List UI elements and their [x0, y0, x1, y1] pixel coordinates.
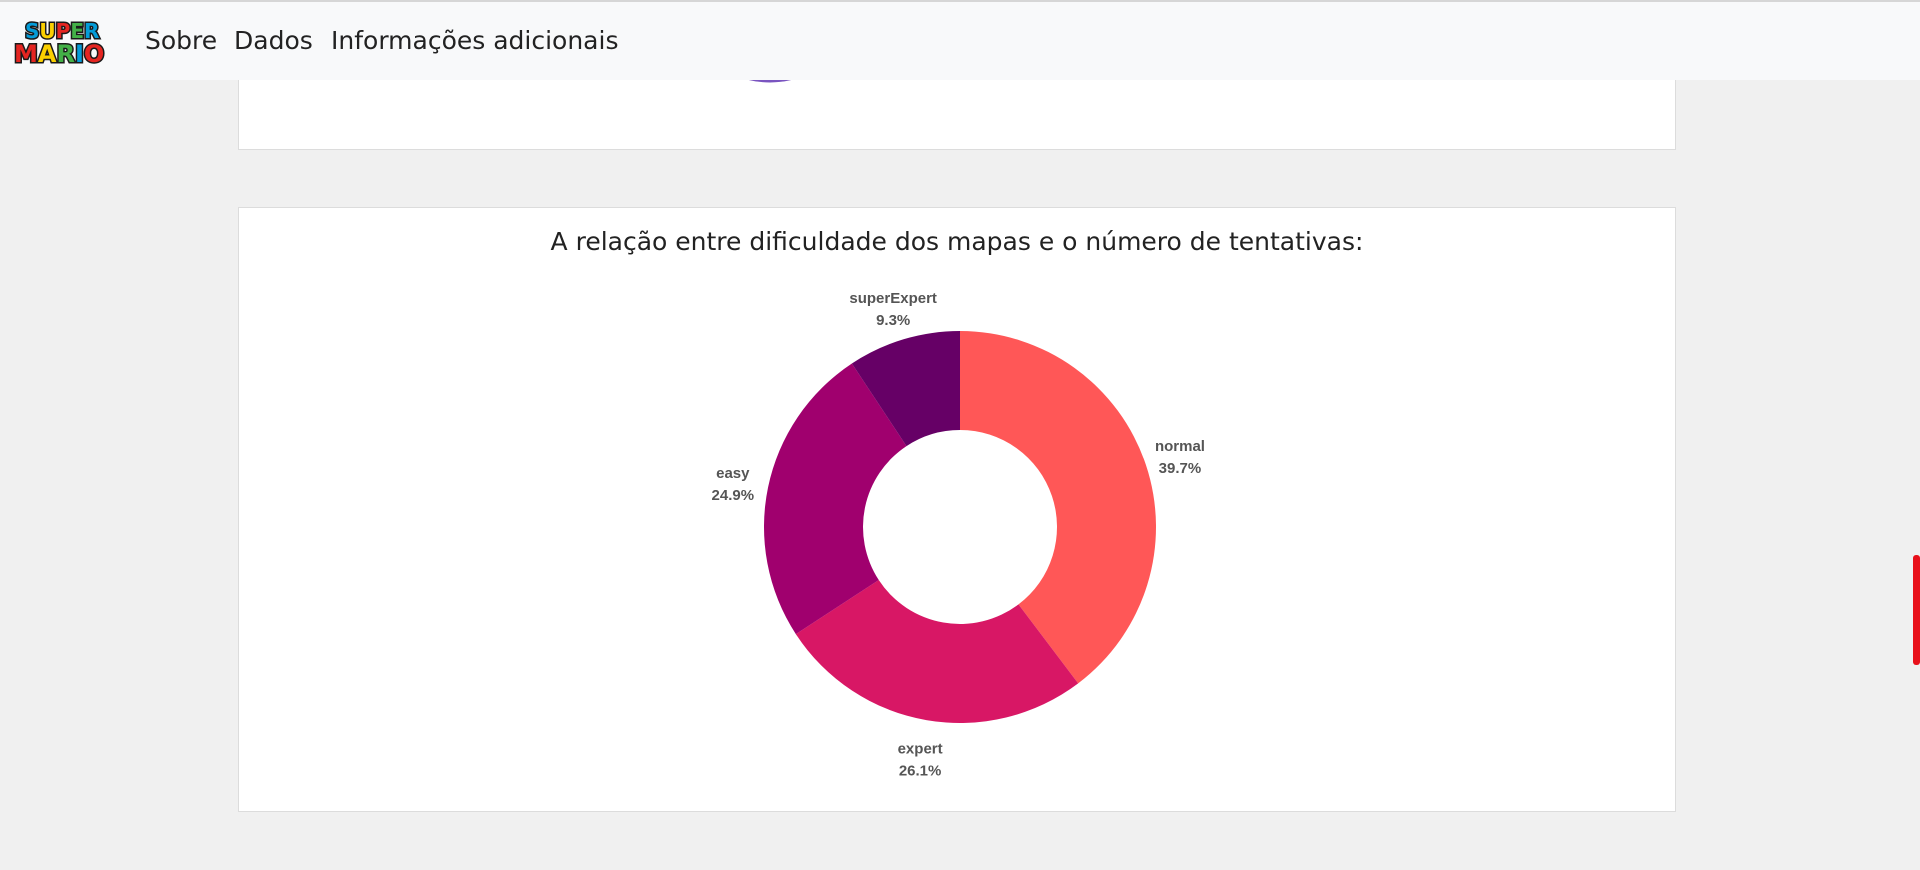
slice-percent-label: 39.7%	[1159, 460, 1202, 477]
navbar: SUPER MARIO Sobre Dados Informações adic…	[0, 0, 1920, 80]
donut-chart: normal 39.7% expert 26.1% easy 24.9% superExpe…	[712, 290, 1205, 780]
logo-letter: I	[75, 40, 84, 68]
super-mario-logo[interactable]: SUPER MARIO	[12, 16, 114, 69]
nav-item-sobre[interactable]: Sobre	[145, 26, 217, 55]
slice-category-label: easy	[716, 465, 750, 482]
slice-percent-label: 9.3%	[876, 312, 910, 329]
nav-item-informacoes-adicionais[interactable]: Informações adicionais	[331, 26, 618, 55]
donut-chart-card: A relação entre dificuldade dos mapas e …	[238, 207, 1676, 812]
logo-letter: A	[38, 40, 57, 68]
nav-item-dados[interactable]: Dados	[234, 26, 313, 55]
logo-letter: O	[84, 40, 104, 68]
logo-letter: R	[56, 40, 74, 68]
slice-percent-label: 24.9%	[712, 487, 755, 504]
slice-category-label: normal	[1155, 438, 1205, 455]
slice-percent-label: 26.1%	[899, 763, 942, 780]
scrollbar-thumb[interactable]	[1913, 555, 1920, 665]
slice-category-label: expert	[898, 741, 943, 758]
logo-letter: M	[14, 40, 38, 68]
slice-category-label: superExpert	[849, 290, 937, 307]
svg-text:MARIO: MARIO	[14, 40, 104, 68]
